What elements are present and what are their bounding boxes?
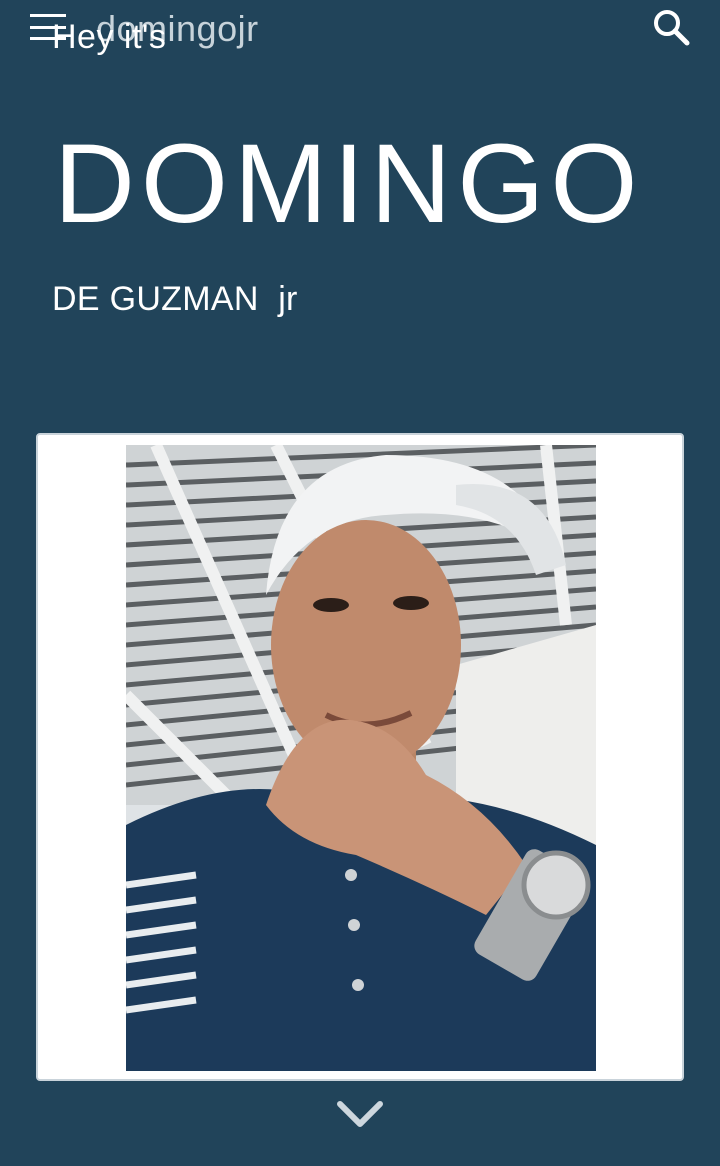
- menu-bar: [30, 14, 66, 17]
- page: domingojr Hey it's DOMINGO DE GUZMAN jr: [0, 0, 720, 1166]
- hero-subtitle: DE GUZMAN jr: [52, 280, 298, 318]
- chevron-down-icon[interactable]: [334, 1096, 386, 1132]
- greeting-text: Hey it's: [52, 18, 167, 56]
- profile-photo: [126, 445, 596, 1071]
- photo-card: [36, 433, 684, 1081]
- hero-title: DOMINGO: [54, 121, 644, 246]
- search-icon[interactable]: [650, 6, 692, 48]
